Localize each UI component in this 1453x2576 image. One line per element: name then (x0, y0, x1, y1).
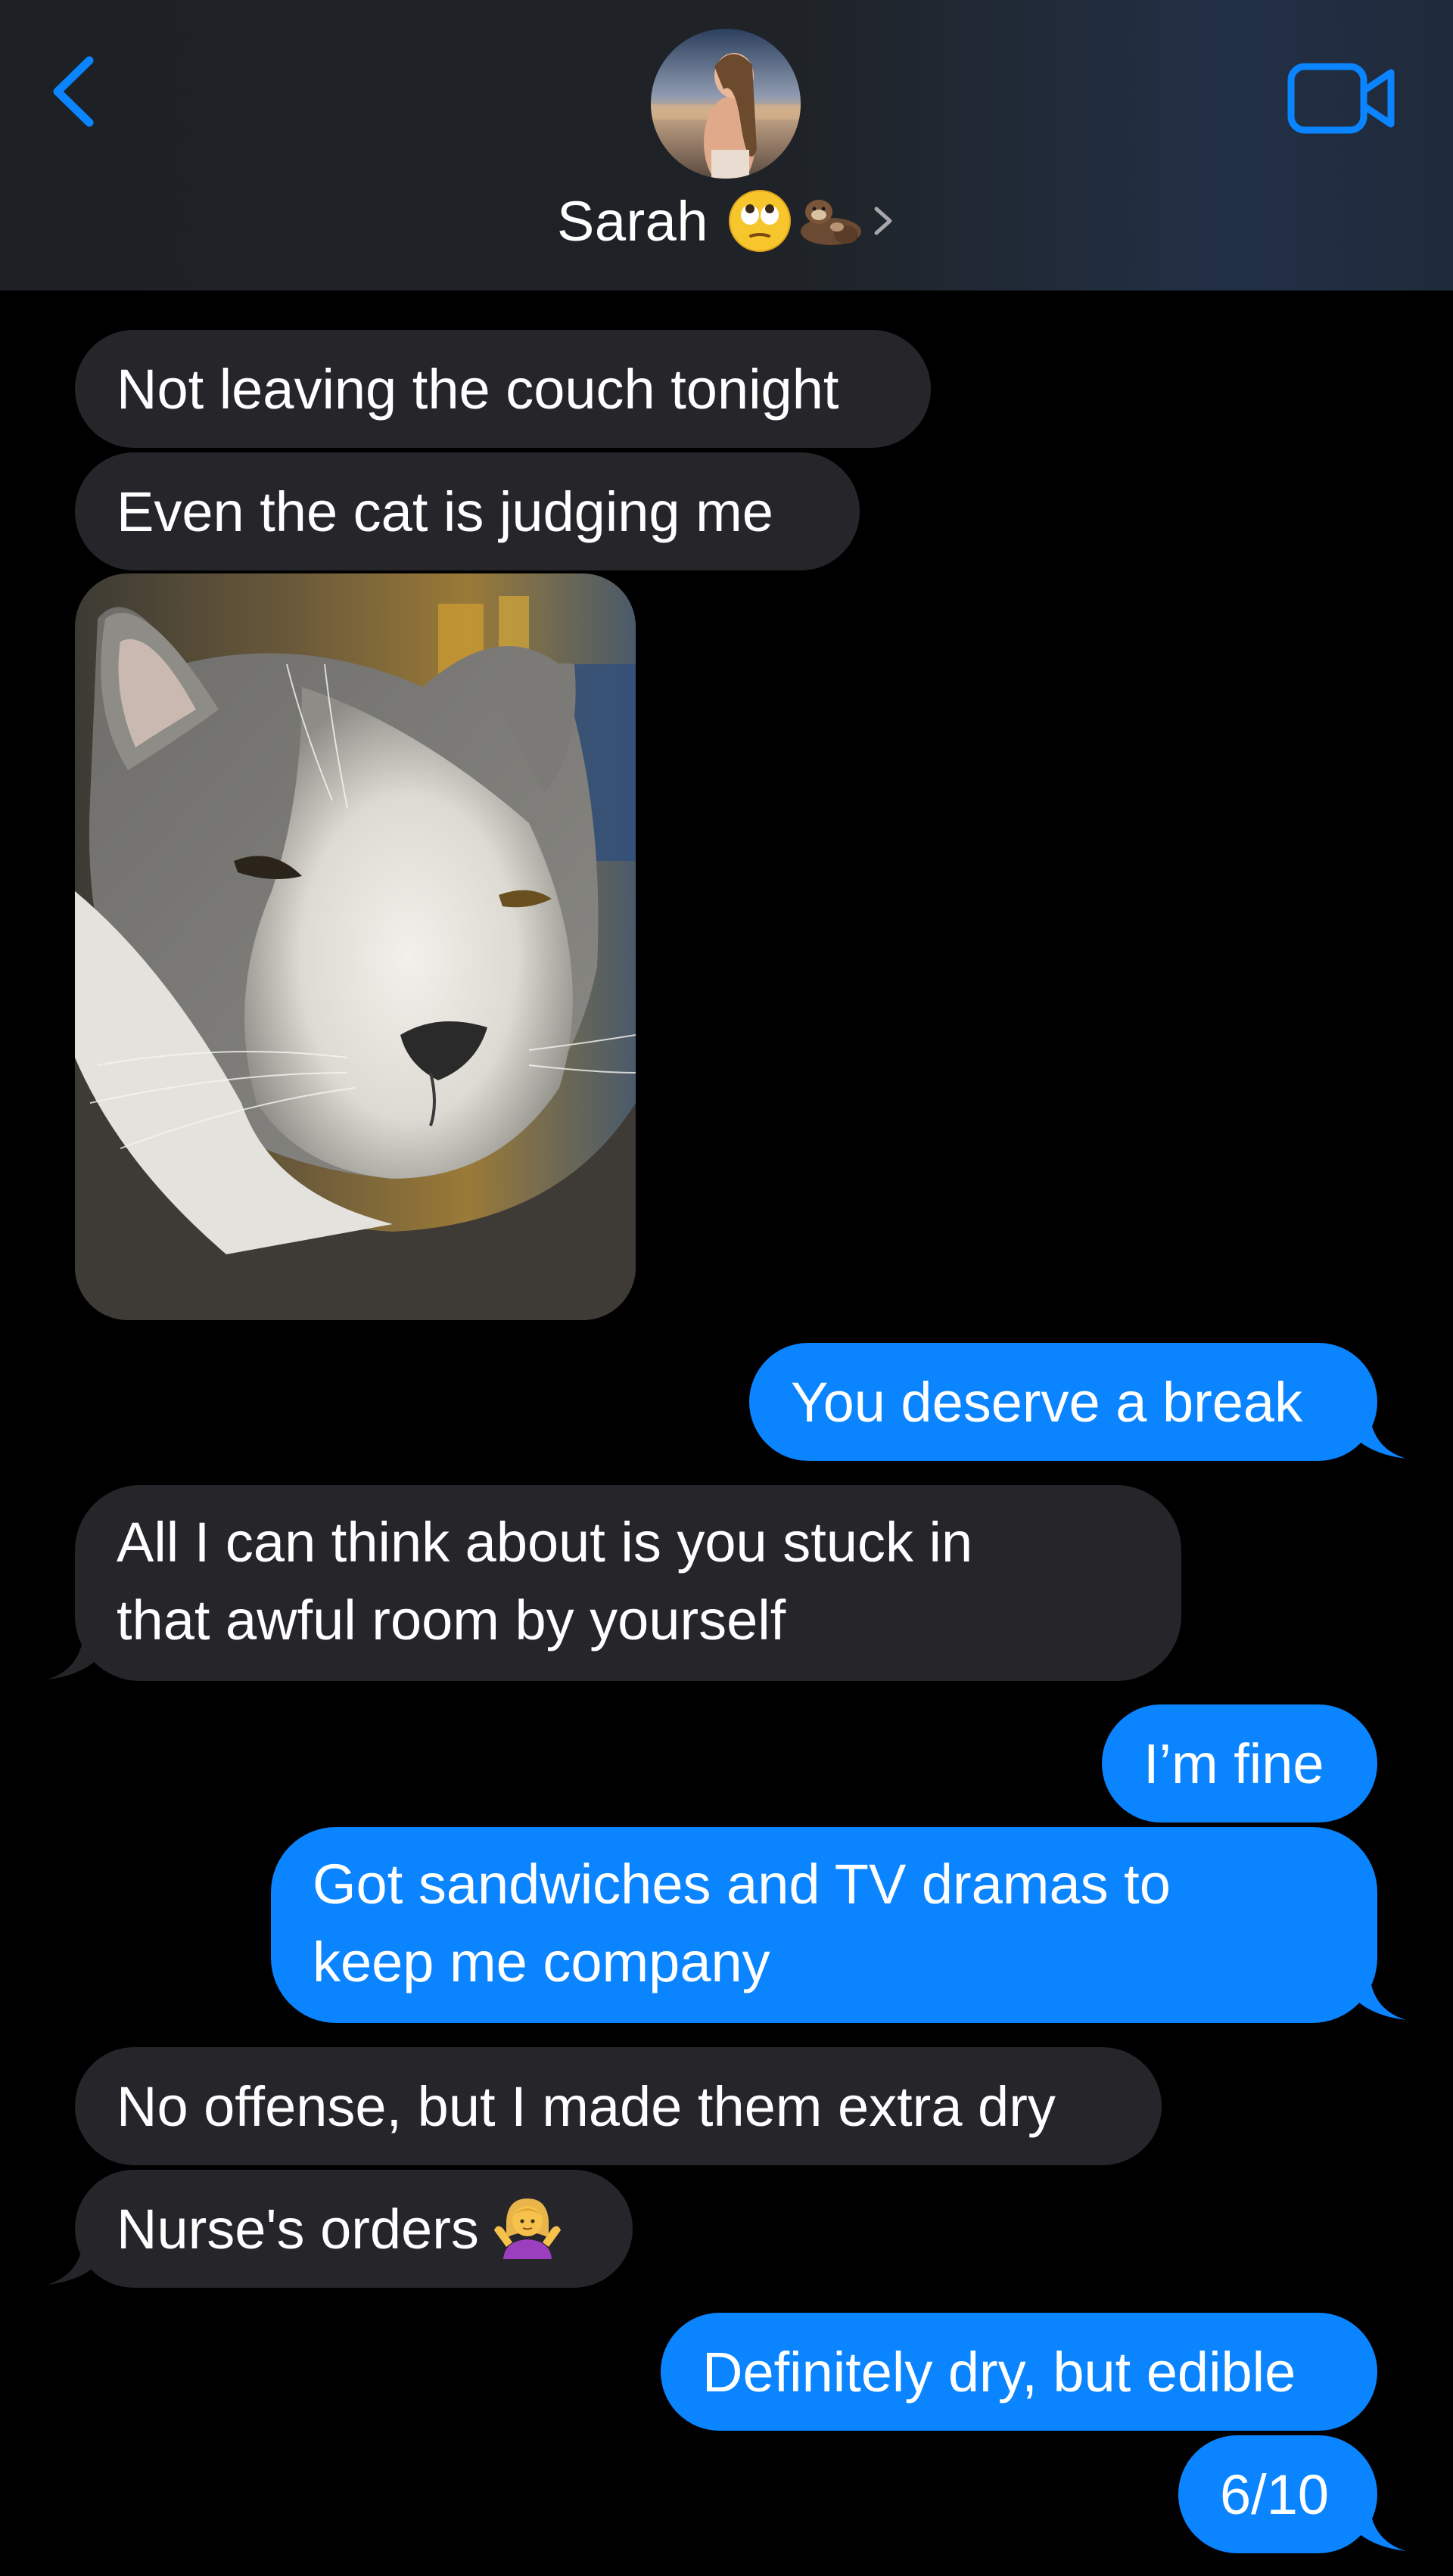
cat-photo (75, 573, 636, 1320)
incoming-message[interactable]: Even the cat is judging me (75, 452, 860, 570)
incoming-message[interactable]: Nurse's orders (75, 2170, 633, 2288)
incoming-bubble-tail (47, 1636, 114, 1680)
outgoing-message[interactable]: I’m fine (1102, 1704, 1377, 1822)
conversation-header: Sarah (0, 0, 1453, 291)
woman-shrugging-icon (493, 2198, 561, 2259)
message-text: Even the cat is judging me (117, 480, 773, 543)
outgoing-message[interactable]: You deserve a break (749, 1343, 1377, 1461)
outgoing-bubble-tail (1339, 1976, 1406, 2020)
contact-name: Sarah (557, 189, 708, 253)
message-text: Definitely dry, but edible (702, 2340, 1296, 2404)
incoming-message[interactable]: All I can think about is you stuck in th… (75, 1485, 1181, 1681)
incoming-bubble-tail (47, 2241, 114, 2285)
contact-avatar[interactable] (651, 29, 801, 179)
message-text-line: All I can think about is you stuck in (117, 1511, 973, 1574)
video-call-button[interactable] (1287, 61, 1396, 136)
outgoing-message[interactable]: Definitely dry, but edible (661, 2313, 1377, 2431)
message-text: No offense, but I made them extra dry (117, 2074, 1056, 2138)
outgoing-message[interactable]: Got sandwiches and TV dramas to keep me … (271, 1827, 1377, 2023)
outgoing-bubble-tail (1339, 2507, 1406, 2551)
outgoing-bubble-tail (1339, 1415, 1406, 1459)
message-text: Nurse's orders (117, 2197, 479, 2261)
otters-holding-hands-icon (800, 200, 861, 245)
contact-details-link[interactable]: Sarah (0, 183, 1453, 259)
cat-photo-message[interactable] (75, 573, 636, 1320)
incoming-message[interactable]: Not leaving the couch tonight (75, 330, 931, 448)
message-text: Not leaving the couch tonight (117, 357, 839, 421)
chevron-right-icon (874, 207, 892, 235)
message-text: I’m fine (1143, 1732, 1324, 1795)
incoming-message[interactable]: No offense, but I made them extra dry (75, 2047, 1162, 2165)
message-text: You deserve a break (791, 1370, 1303, 1434)
message-text-line: keep me company (313, 1931, 770, 1993)
message-text: 6/10 (1220, 2463, 1330, 2526)
chevron-left-icon (53, 56, 94, 127)
message-text-line: Got sandwiches and TV dramas to (313, 1853, 1171, 1916)
message-text-line: that awful room by yourself (117, 1589, 786, 1652)
video-camera-icon (1287, 63, 1395, 134)
back-button[interactable] (45, 50, 106, 133)
face-with-rolling-eyes-icon (728, 190, 791, 252)
